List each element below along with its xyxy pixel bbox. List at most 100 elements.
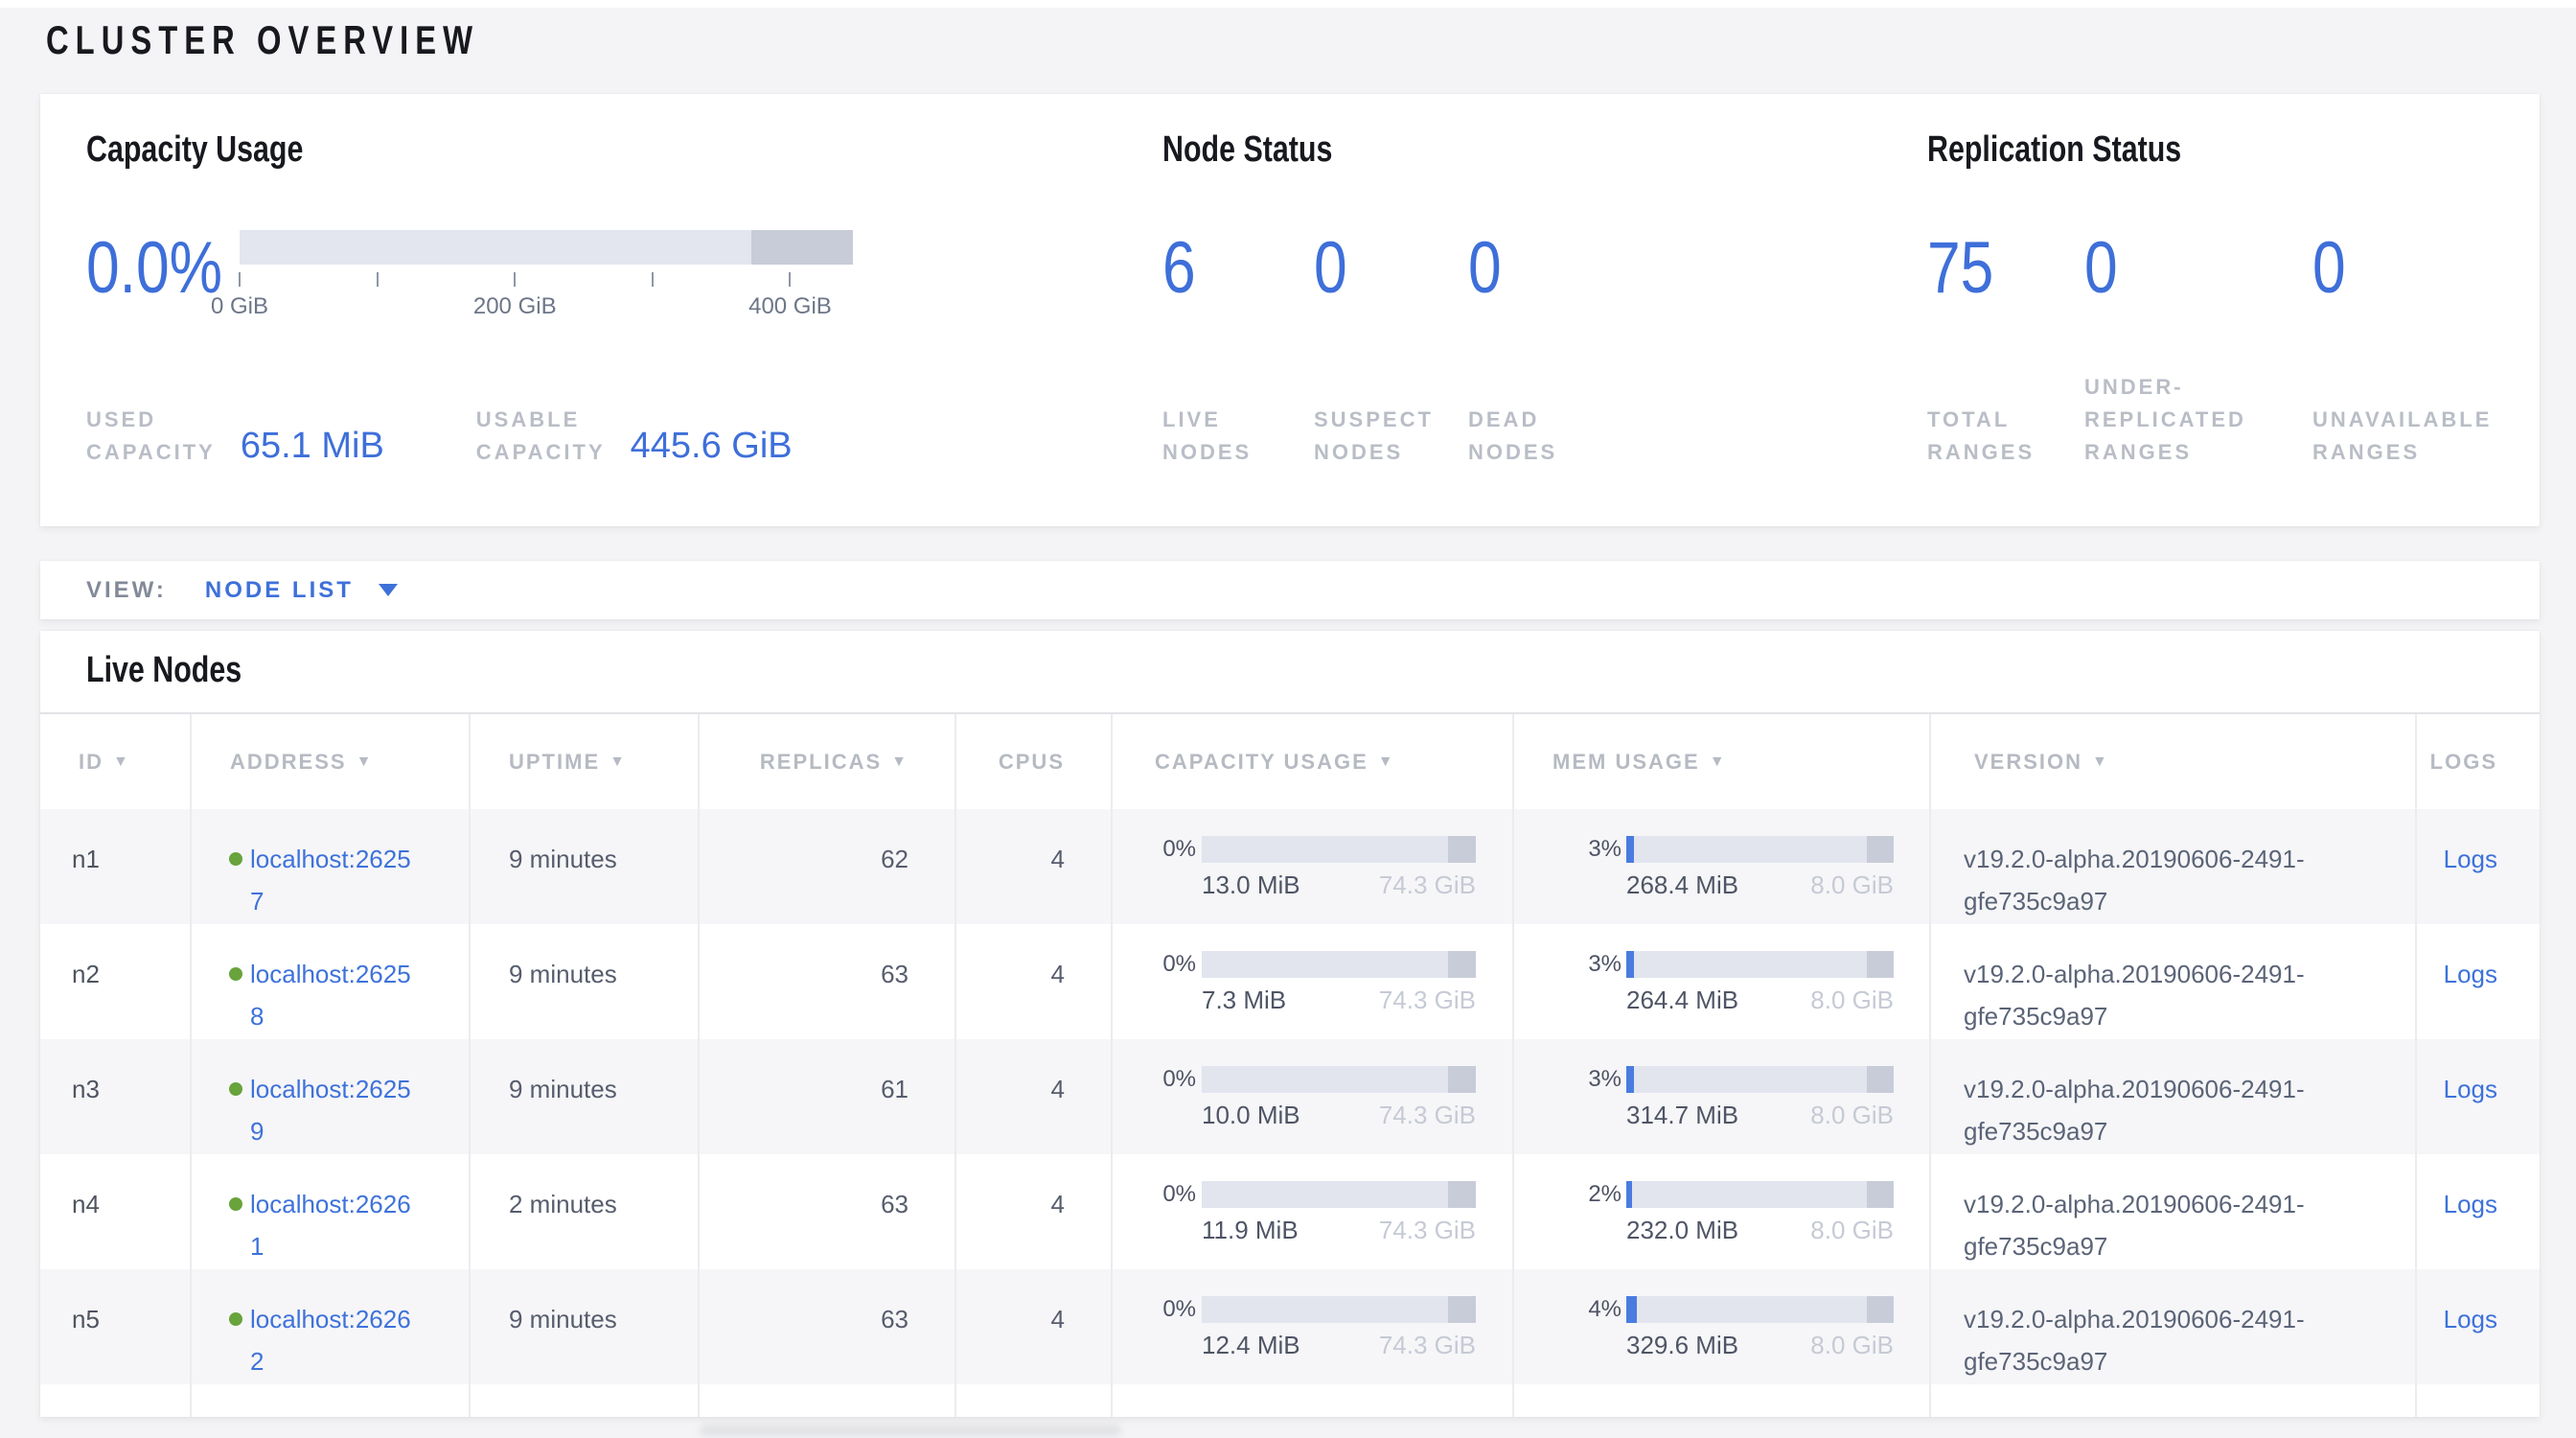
node-address-link[interactable]: localhost:26258 bbox=[250, 953, 411, 1037]
capacity-gauge: 0 GiB200 GiB400 GiB bbox=[240, 230, 853, 307]
dead-nodes-label: DEAD NODES bbox=[1468, 404, 1557, 469]
capacity-usage-cell: 0% 11.9 MiB 74.3 GiB bbox=[1113, 1154, 1514, 1269]
table-row: n1 localhost:26257 9 minutes 62 4 0% 13.… bbox=[40, 809, 2540, 924]
capacity-total-value: 74.3 GiB bbox=[1379, 986, 1476, 1014]
capacity-stats-row: USED CAPACITY 65.1 MiB USABLE CAPACITY 4… bbox=[86, 404, 1162, 469]
view-selected-value[interactable]: NODE LIST bbox=[205, 577, 354, 604]
sort-caret-icon: ▼ bbox=[610, 754, 627, 771]
used-capacity-value: 65.1 MiB bbox=[241, 426, 384, 467]
capacity-usage-section: Capacity Usage 0.0% 0 GiB200 GiB400 GiB … bbox=[86, 129, 1162, 469]
used-capacity-label: USED CAPACITY bbox=[86, 404, 216, 469]
node-address-link[interactable]: localhost:26262 bbox=[250, 1298, 411, 1382]
mem-bar-reserved-segment bbox=[1867, 1181, 1894, 1208]
node-cpus-cell: 4 bbox=[956, 1269, 1113, 1384]
mem-usage-cell: 2% 232.0 MiB 8.0 GiB bbox=[1514, 1154, 1931, 1269]
under-replicated-ranges-label: UNDER- REPLICATED RANGES bbox=[2084, 371, 2312, 469]
node-live-status-icon bbox=[229, 852, 242, 866]
node-id-cell: n5 bbox=[40, 1269, 192, 1384]
column-header-capacity-usage[interactable]: CAPACITY USAGE▼ bbox=[1113, 714, 1514, 809]
replication-status-title: Replication Status bbox=[1927, 129, 2417, 171]
mem-percent-label: 2% bbox=[1585, 1181, 1622, 1208]
table-row: n5 localhost:26262 9 minutes 63 4 0% 12.… bbox=[40, 1269, 2540, 1384]
mem-usage-fill bbox=[1626, 1066, 1634, 1093]
node-cpus-cell: 4 bbox=[956, 809, 1113, 924]
column-header-uptime[interactable]: UPTIME▼ bbox=[471, 714, 700, 809]
mem-usage-fill bbox=[1626, 836, 1634, 863]
node-id-cell: n1 bbox=[40, 809, 192, 924]
node-uptime-cell: 9 minutes bbox=[471, 1269, 700, 1384]
logs-link[interactable]: Logs bbox=[2444, 960, 2497, 988]
gauge-tick bbox=[239, 272, 241, 287]
capacity-percent-label: 0% bbox=[1158, 1296, 1196, 1323]
total-ranges-label: TOTAL RANGES bbox=[1927, 404, 2084, 469]
mem-usage-bar bbox=[1626, 836, 1894, 863]
usable-capacity-stat: USABLE CAPACITY 445.6 GiB bbox=[476, 404, 793, 469]
capacity-usage-cell: 0% 7.3 MiB 74.3 GiB bbox=[1113, 924, 1514, 1039]
gauge-tick bbox=[652, 272, 654, 287]
node-live-status-icon bbox=[229, 1082, 242, 1096]
gauge-tick bbox=[789, 272, 791, 287]
mem-usage-cell: 3% 264.4 MiB 8.0 GiB bbox=[1514, 924, 1931, 1039]
sort-caret-icon: ▼ bbox=[1710, 754, 1727, 771]
mem-used-value: 314.7 MiB bbox=[1626, 1101, 1738, 1129]
table-row: n3 localhost:26259 9 minutes 61 4 0% 10.… bbox=[40, 1039, 2540, 1154]
capacity-usage-bar bbox=[1202, 1296, 1476, 1323]
node-id-cell: n2 bbox=[40, 924, 192, 1039]
node-uptime-cell: 9 minutes bbox=[471, 924, 700, 1039]
table-row: n2 localhost:26258 9 minutes 63 4 0% 7.3… bbox=[40, 924, 2540, 1039]
node-replicas-cell: 63 bbox=[700, 1269, 956, 1384]
capacity-total-value: 74.3 GiB bbox=[1379, 1216, 1476, 1244]
mem-used-value: 232.0 MiB bbox=[1626, 1216, 1738, 1244]
mem-usage-fill bbox=[1626, 951, 1634, 978]
mem-total-value: 8.0 GiB bbox=[1810, 870, 1894, 899]
node-address-link[interactable]: localhost:26259 bbox=[250, 1068, 411, 1152]
column-header-id[interactable]: ID▼ bbox=[40, 714, 192, 809]
view-selector-dropdown[interactable]: NODE LIST bbox=[205, 577, 398, 604]
bottom-scroll-shadow bbox=[700, 1425, 1121, 1436]
suspect-nodes-value: 0 bbox=[1314, 230, 1440, 307]
mem-usage-cell: 3% 314.7 MiB 8.0 GiB bbox=[1514, 1039, 1931, 1154]
replication-labels: TOTAL RANGES UNDER- REPLICATED RANGES UN… bbox=[1927, 371, 2540, 469]
logs-link[interactable]: Logs bbox=[2444, 845, 2497, 873]
logs-link[interactable]: Logs bbox=[2444, 1190, 2497, 1218]
column-header-mem-usage[interactable]: MEM USAGE▼ bbox=[1514, 714, 1931, 809]
node-cpus-cell: 4 bbox=[956, 1154, 1113, 1269]
viewport-top-edge bbox=[0, 0, 2576, 8]
live-nodes-card: Live Nodes ID▼ ADDRESS▼ UPTIME▼ REPLICAS… bbox=[40, 631, 2540, 1417]
logs-link[interactable]: Logs bbox=[2444, 1075, 2497, 1103]
mem-bar-reserved-segment bbox=[1867, 1066, 1894, 1093]
node-status-section: Node Status 6 0 0 LIVE NODES SUSPECT NOD… bbox=[1162, 129, 1927, 469]
capacity-bar-reserved-segment bbox=[1448, 1181, 1476, 1208]
node-address-cell: localhost:26259 bbox=[192, 1039, 471, 1154]
mem-percent-label: 3% bbox=[1585, 951, 1622, 978]
node-uptime-cell: 9 minutes bbox=[471, 809, 700, 924]
node-version-cell: v19.2.0-alpha.20190606-2491-gfe735c9a97 bbox=[1931, 1269, 2417, 1384]
column-header-address[interactable]: ADDRESS▼ bbox=[192, 714, 471, 809]
logs-link[interactable]: Logs bbox=[2444, 1305, 2497, 1334]
replication-values: 75 0 0 bbox=[1927, 230, 2540, 307]
node-version-cell: v19.2.0-alpha.20190606-2491-gfe735c9a97 bbox=[1931, 1154, 2417, 1269]
capacity-gauge-row: 0.0% 0 GiB200 GiB400 GiB bbox=[86, 230, 1162, 307]
column-header-logs: LOGS bbox=[2417, 714, 2540, 809]
column-header-version[interactable]: VERSION▼ bbox=[1931, 714, 2417, 809]
capacity-usage-cell: 0% 10.0 MiB 74.3 GiB bbox=[1113, 1039, 1514, 1154]
mem-total-value: 8.0 GiB bbox=[1810, 1101, 1894, 1129]
mem-bar-reserved-segment bbox=[1867, 836, 1894, 863]
node-address-link[interactable]: localhost:26257 bbox=[250, 838, 411, 922]
mem-used-value: 329.6 MiB bbox=[1626, 1331, 1738, 1359]
node-status-values: 6 0 0 bbox=[1162, 230, 1927, 307]
capacity-bar-reserved-segment bbox=[1448, 1296, 1476, 1323]
node-live-status-icon bbox=[229, 1312, 242, 1326]
mem-usage-fill bbox=[1626, 1296, 1637, 1323]
column-header-replicas[interactable]: REPLICAS▼ bbox=[700, 714, 956, 809]
node-status-title: Node Status bbox=[1162, 129, 1774, 171]
unavailable-ranges-label: UNAVAILABLE RANGES bbox=[2312, 404, 2492, 469]
unavailable-ranges-value: 0 bbox=[2312, 230, 2346, 307]
node-replicas-cell: 63 bbox=[700, 924, 956, 1039]
node-address-link[interactable]: localhost:26261 bbox=[250, 1183, 411, 1267]
mem-usage-bar bbox=[1626, 951, 1894, 978]
suspect-nodes-label: SUSPECT NODES bbox=[1314, 404, 1468, 469]
mem-usage-fill bbox=[1626, 1181, 1632, 1208]
capacity-usage-bar bbox=[1202, 951, 1476, 978]
node-replicas-cell: 63 bbox=[700, 1154, 956, 1269]
